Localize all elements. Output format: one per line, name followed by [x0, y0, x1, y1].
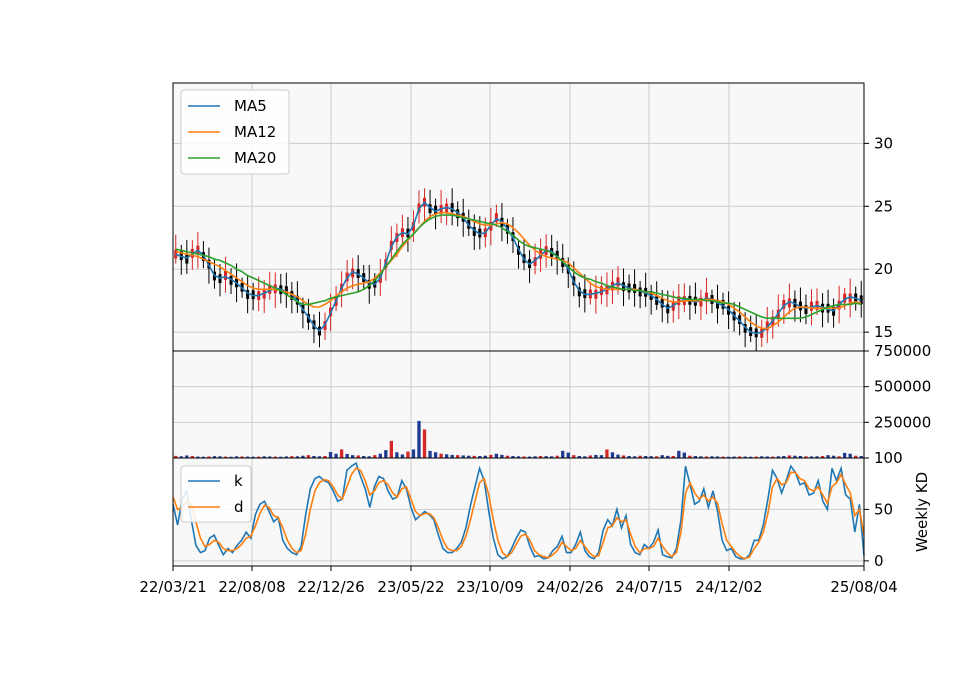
volume-bar: [400, 454, 405, 458]
kd-y-axis-label: Weekly KD: [913, 472, 931, 552]
price-y-tick-label: 15: [874, 323, 893, 341]
volume-bar: [378, 453, 382, 458]
price-legend: MA5 MA12 MA20: [180, 89, 290, 175]
kd-y-tick-label: 100: [874, 449, 903, 467]
legend-ma12-label: MA12: [234, 123, 276, 141]
volume-y-tick-label: 250000: [874, 413, 931, 431]
price-panel: 15 20 25 30 MA5 MA12 MA20: [172, 82, 893, 353]
volume-bar: [428, 450, 432, 458]
volume-bar: [561, 450, 565, 458]
kd-plot-area: [173, 458, 864, 566]
x-tick-label: 22/12/26: [297, 578, 364, 596]
volume-y-axis: 250000 500000 750000: [864, 342, 931, 431]
x-tick-label: 23/10/09: [456, 578, 523, 596]
volume-bar: [334, 453, 338, 458]
price-y-tick-label: 20: [874, 260, 893, 278]
volume-bar: [842, 452, 847, 458]
x-tick-label: 23/05/22: [377, 578, 444, 596]
volume-bar: [339, 449, 344, 458]
price-y-tick-label: 30: [874, 134, 893, 152]
volume-y-tick-label: 500000: [874, 378, 931, 396]
volume-bar: [677, 450, 681, 458]
x-tick-label: 24/07/15: [615, 578, 682, 596]
x-tick-label: 24/12/02: [695, 578, 762, 596]
volume-bar: [395, 452, 399, 458]
candle-body: [616, 277, 620, 287]
x-tick-label: 22/08/08: [218, 578, 285, 596]
volume-bar: [848, 453, 852, 458]
legend-k-label: k: [234, 472, 243, 490]
x-tick-label: 24/02/26: [536, 578, 603, 596]
candle-body: [594, 289, 598, 299]
price-y-tick-label: 25: [874, 197, 893, 215]
volume-bar: [384, 450, 388, 458]
volume-bar: [417, 420, 421, 458]
volume-bar: [610, 452, 615, 458]
volume-bar: [411, 449, 416, 458]
volume-plot-area: [173, 351, 864, 458]
volume-bar: [389, 440, 394, 458]
volume-bar: [444, 454, 449, 458]
kd-y-tick-label: 50: [874, 500, 893, 518]
kd-y-tick-label: 0: [874, 552, 884, 570]
volume-bar: [433, 452, 438, 458]
x-tick-label: 25/08/04: [830, 578, 897, 596]
volume-bar: [494, 453, 499, 458]
kd-legend: k d: [180, 465, 252, 523]
x-tick-label: 22/03/21: [139, 578, 206, 596]
candle-body: [223, 271, 228, 280]
kd-y-axis: 0 50 100: [864, 449, 903, 570]
volume-bar: [605, 449, 609, 458]
volume-bar: [566, 452, 570, 458]
volume-bar: [328, 452, 333, 458]
volume-bar: [345, 454, 349, 458]
volume-bar: [422, 429, 427, 458]
volume-bar: [616, 454, 620, 458]
legend-d-label: d: [234, 498, 244, 516]
candle-body: [185, 254, 189, 264]
stock-chart: 15 20 25 30 MA5 MA12 MA20 250000 500000 75000…: [139, 82, 931, 596]
volume-bar: [406, 451, 410, 458]
x-axis: 22/03/21 22/08/08 22/12/26 23/05/22 23/10/09…: [139, 566, 898, 596]
volume-bar: [439, 453, 443, 458]
legend-ma5-label: MA5: [234, 97, 267, 115]
volume-bar: [682, 452, 686, 458]
volume-y-tick-label: 750000: [874, 342, 931, 360]
volume-panel: 250000 500000 750000: [172, 342, 931, 459]
price-y-axis: 15 20 25 30: [864, 134, 893, 341]
candle-body: [450, 203, 454, 212]
legend-ma20-label: MA20: [234, 149, 276, 167]
kd-panel: 050100 Weekly KD k d 22/03/21 22/08/08 22/…: [139, 449, 931, 596]
